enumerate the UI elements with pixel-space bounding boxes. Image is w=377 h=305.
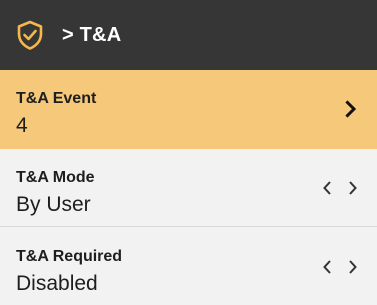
menu-item-ta-event[interactable]: T&A Event 4 <box>0 70 377 149</box>
chevron-right-icon[interactable] <box>347 179 359 197</box>
menu-item-value: Disabled <box>16 272 98 295</box>
left-right-arrows-icon[interactable] <box>321 258 359 276</box>
menu-item-label: T&A Event <box>16 90 97 107</box>
chevron-right-icon[interactable] <box>347 258 359 276</box>
page-title: > T&A <box>62 23 122 46</box>
chevron-left-icon[interactable] <box>321 258 333 276</box>
chevron-right-icon[interactable] <box>345 100 357 118</box>
shield-check-icon <box>16 20 44 50</box>
menu-item-value: By User <box>16 193 91 216</box>
menu-item-ta-mode[interactable]: T&A Mode By User <box>0 149 377 227</box>
menu-item-label: T&A Mode <box>16 169 95 186</box>
header-bar: > T&A <box>0 0 377 70</box>
screen: > T&A T&A Event 4 T&A Mode By User T&A R… <box>0 0 377 305</box>
menu-item-value: 4 <box>16 114 28 137</box>
menu-item-ta-required[interactable]: T&A Required Disabled <box>0 228 377 305</box>
menu-item-label: T&A Required <box>16 248 123 265</box>
left-right-arrows-icon[interactable] <box>321 179 359 197</box>
chevron-left-icon[interactable] <box>321 179 333 197</box>
